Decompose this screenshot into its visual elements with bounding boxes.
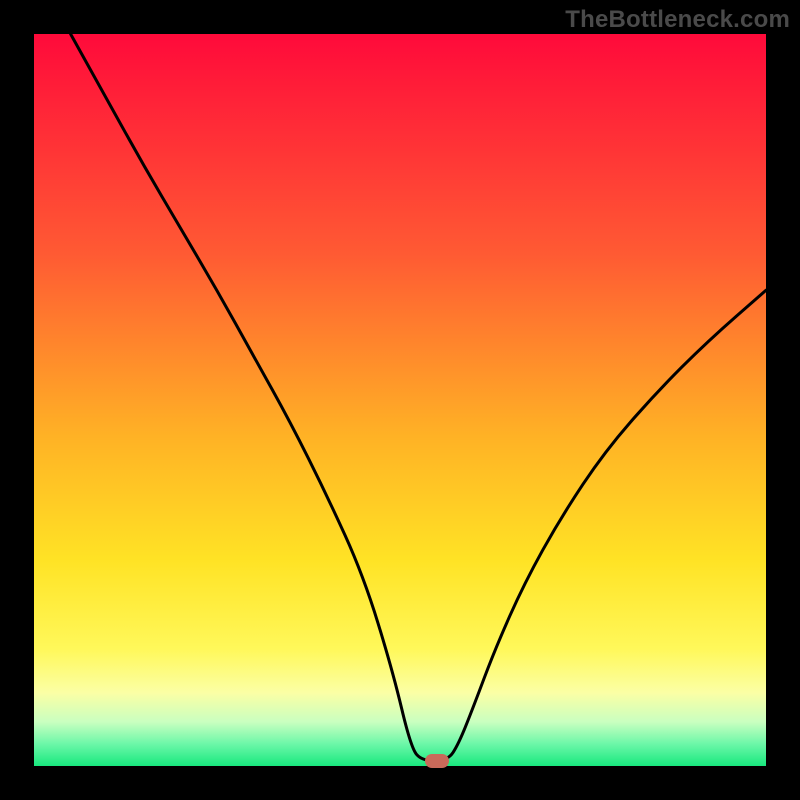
plot-area xyxy=(34,34,766,766)
curve-path xyxy=(71,34,766,761)
attribution-text: TheBottleneck.com xyxy=(565,6,790,34)
chart-frame: TheBottleneck.com xyxy=(0,0,800,800)
optimal-point-marker xyxy=(425,754,449,768)
bottleneck-curve xyxy=(34,34,766,766)
